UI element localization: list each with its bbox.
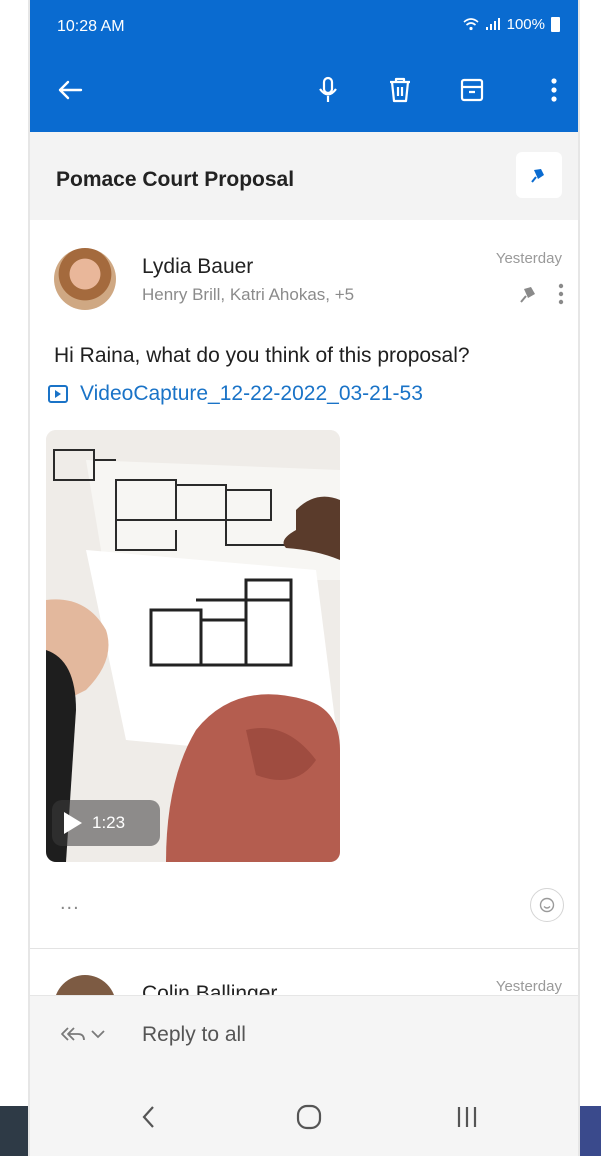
next-message-date: Yesterday — [495, 978, 562, 995]
nav-home-icon[interactable] — [284, 1095, 334, 1139]
message-actions — [518, 283, 564, 305]
status-time: 10:28 AM — [57, 18, 125, 35]
reaction-button[interactable] — [530, 888, 564, 922]
attachment-name[interactable]: VideoCapture_12-22-2022_03-21-53 — [80, 382, 423, 406]
message-date: Yesterday — [495, 250, 562, 267]
chevron-down-icon — [91, 1030, 105, 1039]
sender-avatar[interactable] — [54, 248, 116, 310]
signal-icon — [485, 18, 500, 30]
attachment-link[interactable]: VideoCapture_12-22-2022_03-21-53 — [48, 382, 423, 406]
battery-icon — [551, 17, 560, 32]
delete-icon[interactable] — [382, 72, 418, 108]
flag-button[interactable] — [516, 152, 562, 198]
back-arrow-icon[interactable] — [52, 72, 88, 108]
pin-icon[interactable] — [518, 284, 540, 304]
nav-back-icon[interactable] — [124, 1095, 174, 1139]
status-indicators: 100% — [463, 16, 560, 33]
app-bar: 10:28 AM 100% — [30, 0, 578, 132]
subject-row: Pomace Court Proposal — [30, 132, 578, 220]
video-file-icon — [48, 385, 68, 403]
system-navigation-bar — [30, 1077, 578, 1156]
reply-bar[interactable]: Reply to all — [30, 995, 578, 1078]
nav-recents-icon[interactable] — [442, 1095, 492, 1139]
more-vertical-icon[interactable] — [536, 72, 572, 108]
wifi-icon — [463, 18, 479, 31]
message-divider — [30, 948, 578, 949]
pin-icon — [531, 169, 544, 183]
battery-percent: 100% — [506, 16, 545, 33]
floor-plan-image — [46, 430, 340, 862]
video-thumbnail[interactable] — [46, 430, 340, 862]
play-icon — [64, 812, 82, 834]
reply-options[interactable] — [58, 1024, 106, 1044]
phone-screen: 10:28 AM 100% Pomace Court Proposal Lydi… — [30, 0, 578, 1156]
smiley-icon — [539, 897, 555, 913]
more-vertical-icon[interactable] — [558, 283, 564, 305]
background-strip-right — [578, 1106, 601, 1156]
recipients-list[interactable]: Henry Brill, Katri Ahokas, +5 — [142, 285, 354, 305]
message-body: Hi Raina, what do you think of this prop… — [54, 344, 470, 367]
background-strip-left — [0, 1106, 30, 1156]
microphone-icon[interactable] — [310, 72, 346, 108]
thread-subject: Pomace Court Proposal — [56, 168, 295, 191]
archive-icon[interactable] — [454, 72, 490, 108]
sender-name[interactable]: Lydia Bauer — [142, 255, 253, 279]
reply-all-label[interactable]: Reply to all — [142, 1023, 246, 1047]
show-more-button[interactable]: ... — [60, 892, 80, 915]
video-duration: 1:23 — [92, 813, 126, 832]
reply-all-icon — [61, 1027, 85, 1041]
video-duration-badge[interactable]: 1:23 — [52, 800, 160, 846]
